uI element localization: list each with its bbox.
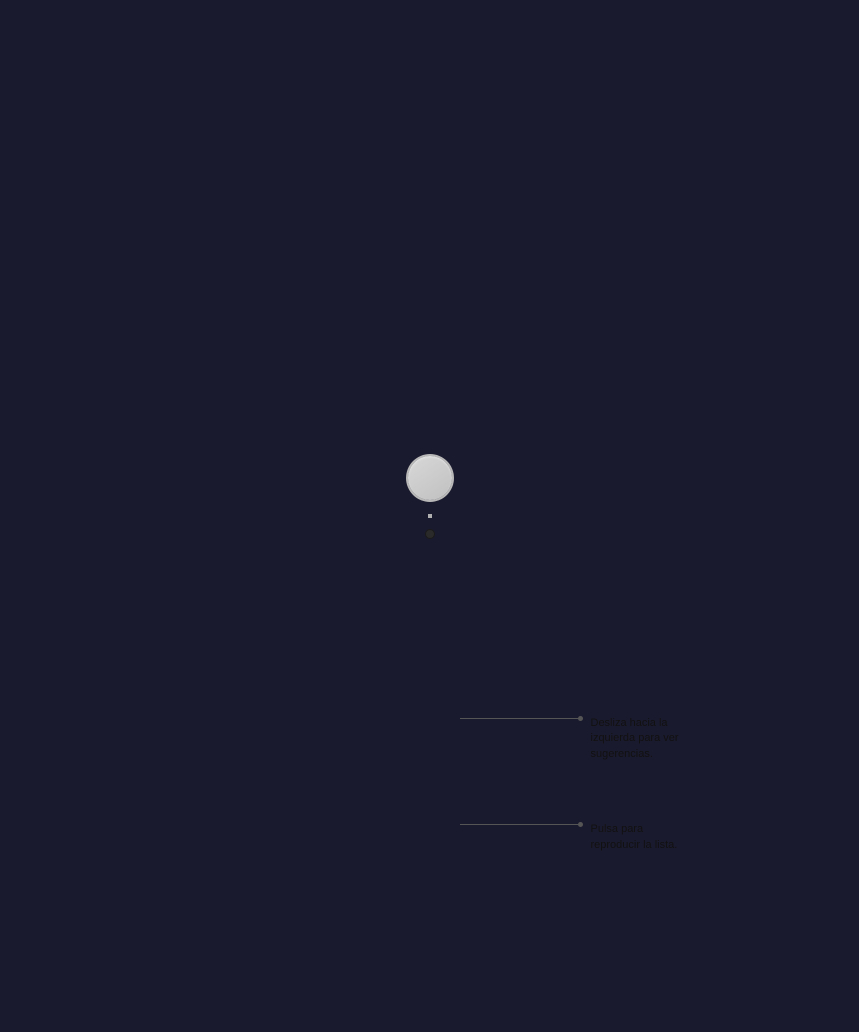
front-camera <box>426 530 434 538</box>
home-button[interactable] <box>408 456 452 500</box>
annotation-1: Desliza hacia la izquierda para ver suge… <box>460 716 680 762</box>
annotations: Desliza hacia la izquierda para ver suge… <box>460 716 680 853</box>
annotation-2: Pulsa para reproducir la lista. <box>460 822 680 853</box>
annotation-2-text: Pulsa para reproducir la lista. <box>591 822 680 853</box>
annotation-1-text: Desliza hacia la izquierda para ver suge… <box>591 716 680 762</box>
